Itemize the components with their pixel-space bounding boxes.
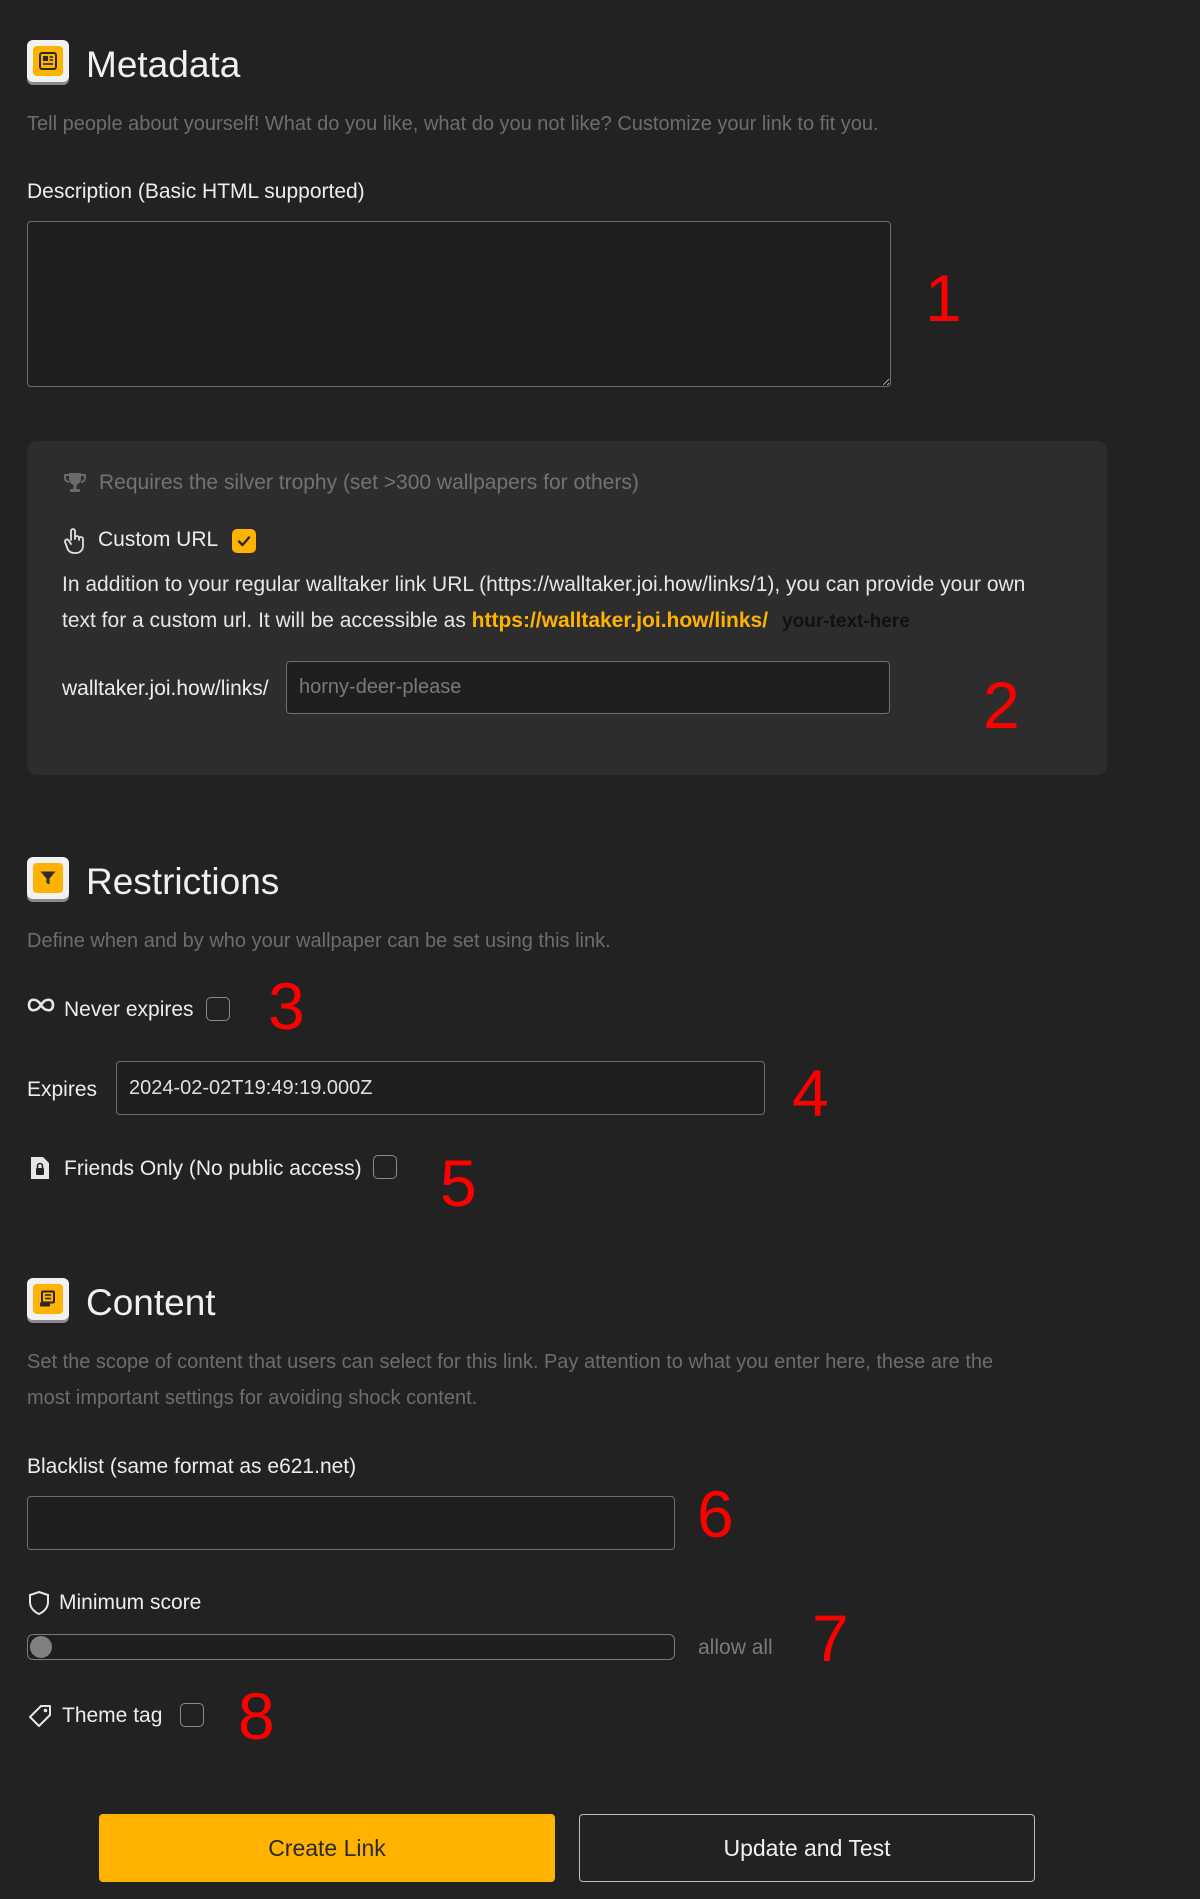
tag-icon [27,1703,53,1734]
never-expires-checkbox[interactable] [206,997,230,1021]
theme-tag-checkbox[interactable] [180,1703,204,1727]
newspaper-icon [33,46,63,76]
friends-only-checkbox[interactable] [373,1155,397,1179]
description-label: Description (Basic HTML supported) [27,180,365,203]
custom-url-checkbox[interactable] [232,529,256,553]
content-section-icon [27,1278,69,1320]
annotation-3: 3 [268,969,305,1043]
annotation-5: 5 [440,1146,477,1220]
minimum-score-slider[interactable] [27,1634,675,1660]
metadata-description: Tell people about yourself! What do you … [27,113,879,135]
custom-url-help-line2: text for a custom url. It will be access… [62,609,910,633]
restrictions-title: Restrictions [86,861,280,902]
minimum-score-slider-thumb[interactable] [30,1636,52,1658]
pointer-hand-icon [62,527,88,560]
blacklist-label: Blacklist (same format as e621.net) [27,1455,357,1478]
annotation-2: 2 [983,668,1020,742]
create-link-button[interactable]: Create Link [99,1814,555,1882]
custom-url-help-line1: In addition to your regular walltaker li… [62,573,1026,596]
trophy-icon [62,470,88,501]
metadata-title: Metadata [86,44,241,85]
expires-label: Expires [27,1078,98,1101]
custom-url-help-suffix: your-text-here [782,611,910,632]
restrictions-section-icon [27,857,69,899]
blacklist-input[interactable] [27,1496,675,1550]
infinity-icon [26,996,56,1019]
minimum-score-value: allow all [698,1636,773,1659]
content-description-line1: Set the scope of content that users can … [27,1351,994,1373]
expires-input[interactable] [116,1061,765,1115]
custom-url-input[interactable] [286,661,890,714]
file-lock-icon [29,1155,51,1186]
check-icon [237,536,251,547]
update-and-test-button[interactable]: Update and Test [579,1814,1035,1882]
receipt-icon [33,1284,63,1314]
custom-url-label: Custom URL [98,528,219,551]
annotation-6: 6 [697,1477,734,1551]
content-title: Content [86,1282,216,1323]
content-description-line2: most important settings for avoiding sho… [27,1387,478,1409]
friends-only-label: Friends Only (No public access) [64,1157,362,1180]
custom-url-help-link[interactable]: https://walltaker.joi.how/links/ [472,609,768,632]
minimum-score-label: Minimum score [59,1591,202,1614]
annotation-7: 7 [812,1601,849,1675]
never-expires-label: Never expires [64,998,194,1021]
custom-url-help-prefix: text for a custom url. It will be access… [62,609,472,632]
annotation-8: 8 [238,1679,275,1753]
shield-icon [27,1590,51,1621]
annotation-4: 4 [792,1056,829,1130]
description-textarea[interactable] [27,221,891,387]
theme-tag-label: Theme tag [62,1704,163,1727]
metadata-section-icon [27,40,69,82]
annotation-1: 1 [925,261,962,335]
trophy-requirement: Requires the silver trophy (set >300 wal… [99,471,639,494]
custom-url-prefix: walltaker.joi.how/links/ [62,677,269,700]
filter-icon [33,863,63,893]
restrictions-description: Define when and by who your wallpaper ca… [27,930,611,952]
